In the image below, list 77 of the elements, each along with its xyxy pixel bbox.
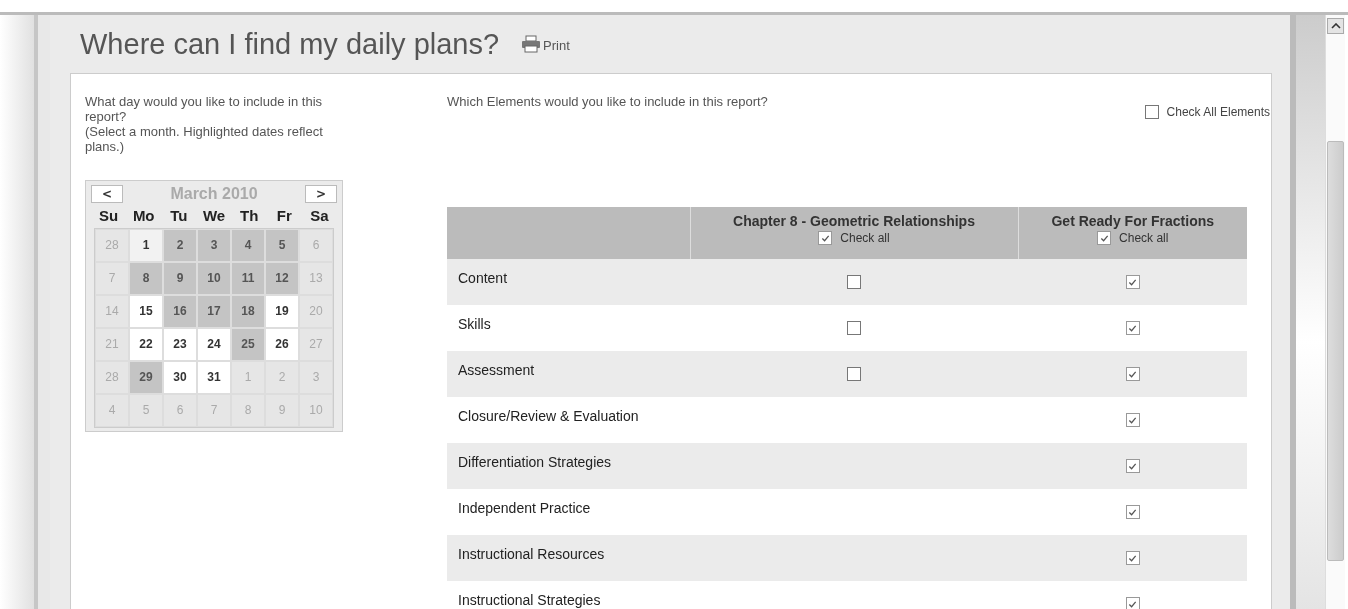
check-icon	[1128, 599, 1137, 609]
printer-icon	[521, 35, 542, 53]
day-question: What day would you like to include in this report?	[85, 94, 323, 124]
calendar-day[interactable]: 22	[129, 328, 163, 361]
previous-month-button[interactable]: <	[91, 185, 123, 203]
elements-question: Which Elements would you like to include in this report?	[447, 94, 768, 111]
calendar-day[interactable]: 31	[197, 361, 231, 394]
row-label: Closure/Review & Evaluation	[458, 408, 639, 424]
check-all-checkbox[interactable]: Check all	[691, 231, 1017, 245]
row-label: Instructional Resources	[458, 546, 605, 562]
calendar-day[interactable]: 19	[265, 295, 299, 328]
checkbox[interactable]	[847, 275, 861, 289]
check-all-elements-checkbox[interactable]: Check All Elements	[1144, 104, 1270, 120]
scrollbar[interactable]	[1325, 15, 1345, 609]
calendar-day[interactable]: 15	[129, 295, 163, 328]
checkbox[interactable]	[1125, 413, 1140, 427]
calendar-day[interactable]: 30	[163, 361, 197, 394]
row-label: Assessment	[458, 362, 535, 378]
calendar-day[interactable]: 26	[265, 328, 299, 361]
check-icon	[1128, 323, 1137, 333]
chevron-up-icon	[1330, 23, 1341, 29]
calendar-day[interactable]: 25	[231, 328, 265, 361]
calendar-day[interactable]: 4	[231, 229, 265, 262]
check-icon	[1128, 507, 1137, 517]
check-icon	[1128, 415, 1137, 425]
weekday-label: Su	[98, 207, 120, 224]
row-label: Instructional Strategies	[458, 592, 601, 608]
weekday-label: Th	[238, 207, 260, 224]
column-header: Get Ready For Fractions	[1051, 213, 1215, 229]
row-label: Differentiation Strategies	[458, 454, 612, 470]
calendar-day[interactable]: 16	[163, 295, 197, 328]
calendar-day[interactable]: 3	[197, 229, 231, 262]
checkbox[interactable]	[847, 321, 861, 335]
weekday-label: We	[201, 207, 227, 224]
check-icon	[1128, 553, 1137, 563]
calendar-day[interactable]: 11	[231, 262, 265, 295]
calendar-day[interactable]: 9	[163, 262, 197, 295]
calendar-day[interactable]: 17	[197, 295, 231, 328]
checkbox[interactable]	[1125, 505, 1140, 519]
print-link[interactable]: Print	[521, 35, 570, 53]
checkbox[interactable]	[847, 367, 861, 381]
row-label: Skills	[458, 316, 491, 332]
check-icon	[1128, 369, 1137, 379]
column-header: Chapter 8 - Geometric Relationships	[733, 213, 975, 229]
page-title: Where can I find my daily plans?	[80, 27, 500, 61]
calendar-day[interactable]: 24	[197, 328, 231, 361]
weekday-label: Fr	[275, 207, 293, 224]
calendar-hint: (Select a month. Highlighted dates reflect plans.)	[85, 124, 324, 154]
check-all-checkbox[interactable]: Check all	[1019, 231, 1246, 245]
checkbox[interactable]	[1125, 597, 1140, 609]
calendar-day[interactable]: 2	[163, 229, 197, 262]
checkbox[interactable]	[1125, 459, 1140, 473]
scrollbar-thumb[interactable]	[1327, 141, 1344, 561]
month-label: March 2010	[170, 185, 258, 203]
row-label: Content	[458, 270, 508, 286]
checkbox[interactable]	[1125, 367, 1140, 381]
check-icon	[1099, 233, 1109, 243]
calendar-day[interactable]: 12	[265, 262, 299, 295]
weekday-label: Mo	[131, 207, 156, 224]
row-label: Independent Practice	[458, 500, 591, 516]
checkbox[interactable]	[1125, 321, 1140, 335]
weekday-label: Tu	[169, 207, 189, 224]
calendar-day[interactable]: 29	[129, 361, 163, 394]
calendar-day[interactable]: 8	[129, 262, 163, 295]
calendar-day[interactable]: 18	[231, 295, 265, 328]
check-icon	[1128, 277, 1137, 287]
calendar-day[interactable]: 10	[197, 262, 231, 295]
calendar-day[interactable]: 1	[129, 229, 163, 262]
check-icon	[1128, 461, 1137, 471]
checkbox[interactable]	[1125, 275, 1140, 289]
weekday-label: Sa	[309, 207, 330, 224]
calendar-day[interactable]: 23	[163, 328, 197, 361]
next-month-button[interactable]: >	[305, 185, 337, 203]
check-icon	[820, 233, 830, 243]
checkbox[interactable]	[1125, 551, 1140, 565]
calendar-day[interactable]: 5	[265, 229, 299, 262]
scroll-up-button[interactable]	[1327, 18, 1344, 34]
